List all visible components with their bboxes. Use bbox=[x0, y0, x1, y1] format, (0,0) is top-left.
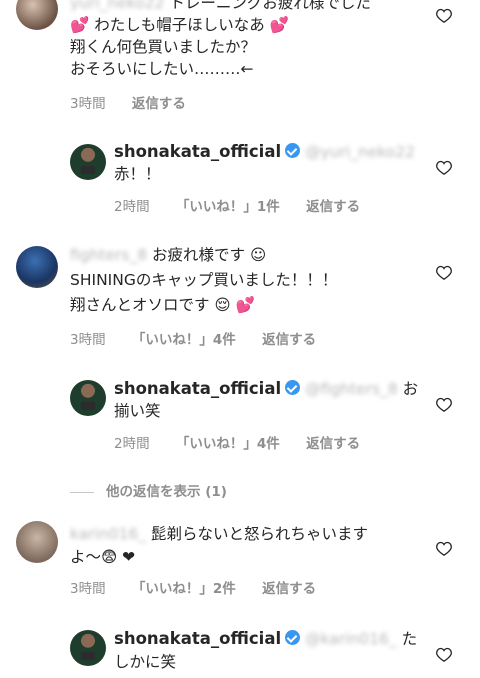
heart-icon[interactable] bbox=[436, 8, 452, 24]
comment-text: shonakata_official @yuri_neko22 bbox=[114, 141, 415, 163]
reply-button[interactable]: 返信する bbox=[132, 96, 186, 112]
view-replies-link[interactable]: 他の返信を表示 (1) bbox=[70, 480, 227, 500]
username[interactable]: shonakata_official bbox=[114, 142, 281, 161]
comment-text: しかに笑 bbox=[114, 653, 177, 671]
timestamp: 2時間 bbox=[114, 436, 150, 452]
likes-count[interactable]: 「いいね！」4件 bbox=[176, 436, 280, 452]
verified-badge-icon bbox=[285, 380, 301, 395]
comment-text: 揃い笑 bbox=[114, 402, 161, 420]
mention[interactable]: @karin016_ bbox=[305, 630, 397, 648]
heart-icon[interactable] bbox=[436, 160, 452, 176]
timestamp: 2時間 bbox=[114, 199, 150, 215]
comment-meta: 3時間 返信する bbox=[70, 92, 208, 112]
comment-meta: 3時間 「いいね！」4件 返信する bbox=[70, 328, 338, 348]
heart-icon[interactable] bbox=[436, 647, 452, 663]
heart-icon[interactable] bbox=[436, 265, 452, 281]
comment-text: 翔くん何色買いましたか？ bbox=[70, 38, 257, 56]
comment-text: おそろいにしたい………← bbox=[70, 60, 254, 78]
reply-button[interactable]: 返信する bbox=[306, 199, 360, 215]
comment-meta: 2時間 「いいね！」4件 返信する bbox=[114, 432, 382, 452]
reply-button[interactable]: 返信する bbox=[306, 436, 360, 452]
username[interactable]: karin016_ bbox=[70, 525, 146, 543]
comment-text: yuri_neko22 トレーニングお疲れ様でした bbox=[70, 0, 371, 14]
reply-button[interactable]: 返信する bbox=[262, 581, 316, 597]
avatar[interactable] bbox=[16, 246, 58, 288]
comment-text: 翔さんとオソロです 😌 💕 bbox=[70, 296, 255, 314]
comment-text: 赤！！ bbox=[114, 165, 161, 183]
reply-button[interactable]: 返信する bbox=[262, 332, 316, 348]
username[interactable]: yuri_neko22 bbox=[70, 0, 164, 12]
likes-count[interactable]: 「いいね！」4件 bbox=[132, 332, 236, 348]
comment-text: karin016_ 髭剃らないと怒られちゃいます bbox=[70, 525, 368, 543]
avatar[interactable] bbox=[70, 144, 106, 180]
mention[interactable]: @fighters_8 bbox=[305, 380, 398, 398]
comment-meta: 3時間 「いいね！」2件 返信する bbox=[70, 577, 338, 597]
comment-text: 💕 わたしも帽子ほしいなあ 💕 bbox=[70, 16, 289, 34]
verified-badge-icon bbox=[285, 143, 301, 158]
heart-icon[interactable] bbox=[436, 541, 452, 557]
comment-meta: 2時間 「いいね！」1件 返信する bbox=[114, 195, 382, 215]
timestamp: 3時間 bbox=[70, 332, 106, 348]
username[interactable]: shonakata_official bbox=[114, 629, 281, 648]
avatar[interactable] bbox=[16, 521, 58, 563]
comment-text: SHININGのキャップ買いました！！！ bbox=[70, 271, 338, 289]
username[interactable]: shonakata_official bbox=[114, 379, 281, 398]
comment-text: よ〜😨 ❤ bbox=[70, 548, 136, 566]
timestamp: 3時間 bbox=[70, 581, 106, 597]
comment-text: shonakata_official @fighters_8 お bbox=[114, 379, 419, 398]
likes-count[interactable]: 「いいね！」2件 bbox=[132, 581, 236, 597]
avatar[interactable] bbox=[70, 380, 106, 416]
avatar[interactable] bbox=[70, 630, 106, 666]
comment-text: fighters_8 お疲れ様です ☺ bbox=[70, 246, 267, 264]
username[interactable]: fighters_8 bbox=[70, 246, 147, 264]
divider bbox=[70, 491, 94, 493]
mention[interactable]: @yuri_neko22 bbox=[305, 143, 415, 161]
verified-badge-icon bbox=[285, 630, 301, 645]
likes-count[interactable]: 「いいね！」1件 bbox=[176, 199, 280, 215]
heart-icon[interactable] bbox=[436, 397, 452, 413]
timestamp: 3時間 bbox=[70, 96, 106, 112]
avatar[interactable] bbox=[16, 0, 58, 30]
comment-text: shonakata_official @karin016_ た bbox=[114, 629, 418, 648]
